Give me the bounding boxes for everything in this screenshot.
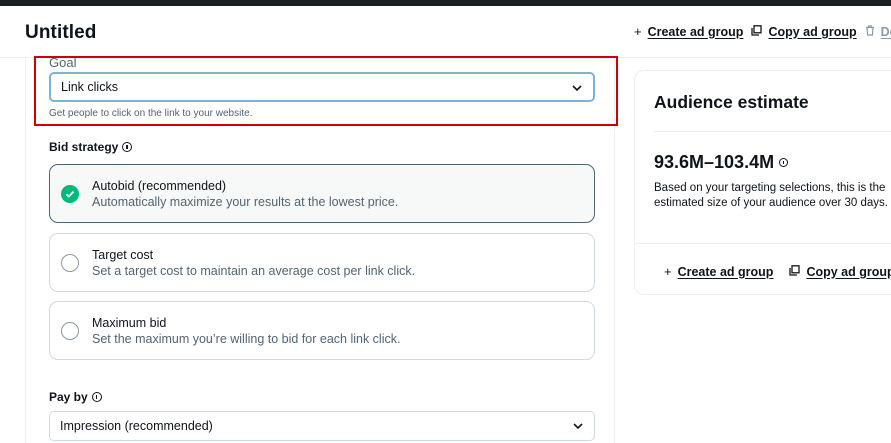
audience-range: 93.6M–103.4M [654, 152, 789, 173]
copy-icon [751, 24, 763, 39]
audience-card-actions: + Create ad group Copy ad group [664, 264, 891, 279]
audience-estimate-card: Audience estimate 93.6M–103.4M Based on … [634, 70, 891, 295]
header-actions: + Create ad group Copy ad group De [634, 24, 891, 39]
copy-ad-group-button[interactable]: Copy ad group [751, 24, 857, 39]
copy-ad-group-button[interactable]: Copy ad group [789, 264, 891, 279]
radio-button[interactable] [61, 254, 79, 272]
divider [635, 243, 891, 244]
bid-strategy-label: Bid strategy [49, 140, 133, 154]
create-ad-group-button[interactable]: + Create ad group [634, 24, 743, 39]
pay-by-select-value: Impression (recommended) [60, 419, 213, 433]
copy-icon [789, 264, 801, 279]
pay-by-select[interactable]: Impression (recommended) [49, 411, 595, 441]
bid-option-autobid[interactable]: Autobid (recommended) Automatically maxi… [49, 164, 595, 223]
pay-by-label: Pay by [49, 390, 102, 404]
bid-option-title: Autobid (recommended) [92, 179, 227, 193]
bid-option-description: Set a target cost to maintain an average… [92, 264, 416, 278]
bid-option-title: Maximum bid [92, 316, 167, 330]
page-title: Untitled [25, 22, 97, 43]
check-circle-icon[interactable] [61, 185, 79, 203]
plus-icon: + [634, 24, 642, 39]
bid-option-description: Automatically maximize your results at t… [92, 195, 399, 209]
bid-option-target-cost[interactable]: Target cost Set a target cost to maintai… [49, 233, 595, 292]
chevron-down-icon [572, 85, 582, 92]
divider [654, 131, 891, 132]
bid-option-title: Target cost [92, 248, 154, 262]
info-icon[interactable] [779, 158, 789, 167]
create-ad-group-button[interactable]: + Create ad group [664, 264, 773, 279]
goal-select-value: Link clicks [61, 80, 118, 94]
audience-description: Based on your targeting selections, this… [654, 182, 888, 209]
radio-button[interactable] [61, 322, 79, 340]
delete-ad-group-button[interactable]: De [865, 24, 891, 39]
bid-option-description: Set the maximum you’re willing to bid fo… [92, 332, 401, 346]
goal-helper-text: Get people to click on the link to your … [49, 108, 253, 119]
audience-estimate-title: Audience estimate [654, 92, 809, 112]
goal-label: Goal [49, 58, 77, 70]
info-icon[interactable] [122, 142, 133, 152]
chevron-down-icon [573, 423, 583, 430]
info-icon[interactable] [91, 392, 102, 402]
goal-select[interactable]: Link clicks [49, 72, 595, 102]
bid-option-maximum-bid[interactable]: Maximum bid Set the maximum you’re willi… [49, 301, 595, 360]
page-header: Untitled + Create ad group Copy ad group… [0, 6, 891, 58]
trash-icon [865, 24, 875, 39]
plus-icon: + [664, 264, 672, 279]
ad-group-form: Goal Link clicks Get people to click on … [25, 58, 615, 443]
